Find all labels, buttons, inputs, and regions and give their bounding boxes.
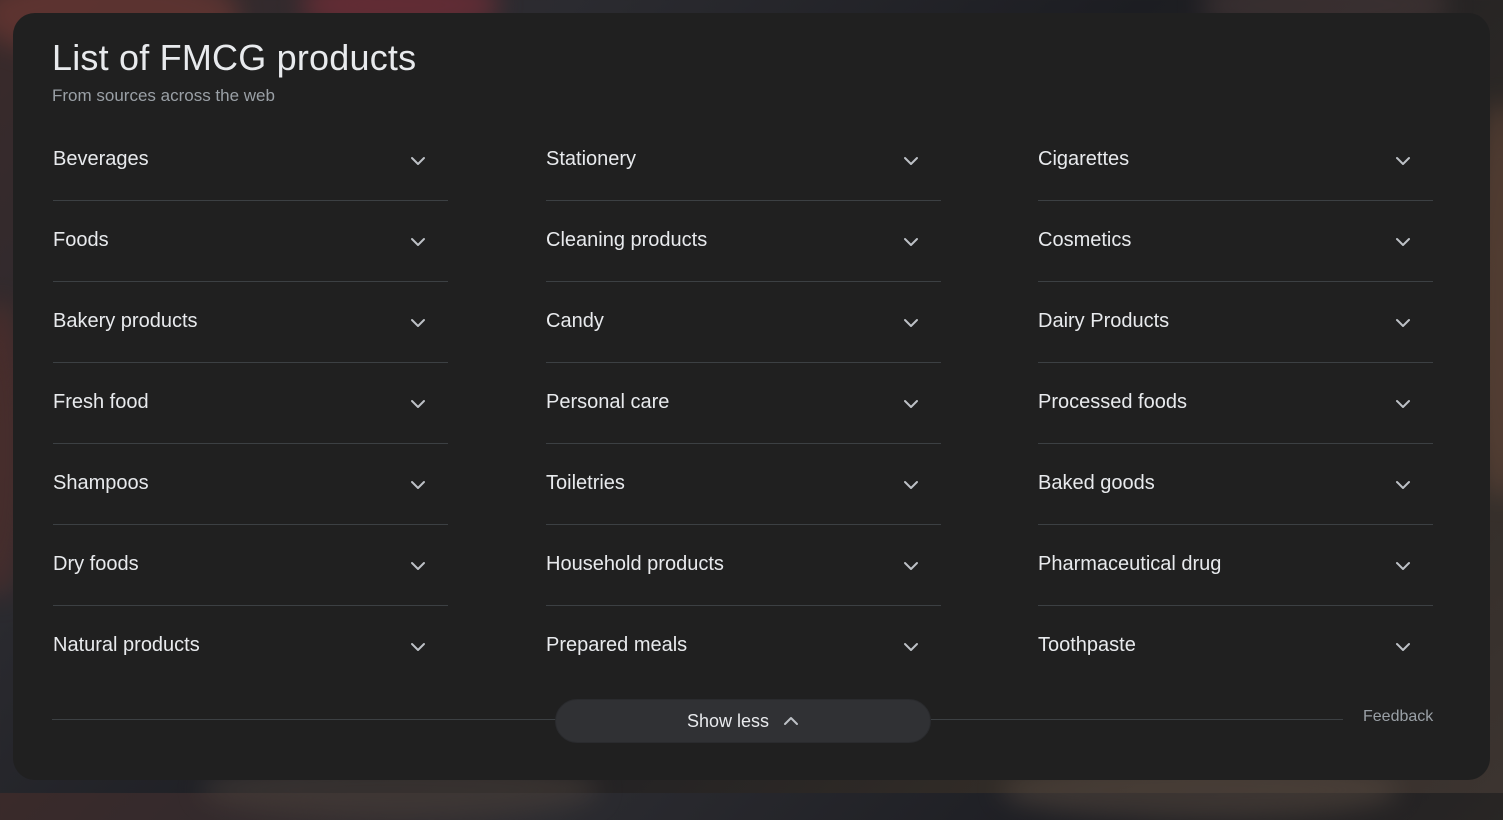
list-item-label: Prepared meals <box>546 634 688 656</box>
chevron-down-icon <box>904 562 918 570</box>
list-item-label: Dairy Products <box>1038 310 1170 332</box>
list-item[interactable]: Foods <box>53 201 448 282</box>
list-item-label: Dry foods <box>53 553 139 575</box>
list-item[interactable]: Dry foods <box>53 525 448 606</box>
list-item-label: Stationery <box>546 148 637 170</box>
list-item-label: Natural products <box>53 634 200 656</box>
feedback-link[interactable]: Feedback <box>1363 708 1433 726</box>
list-item[interactable]: Cigarettes <box>1038 120 1433 201</box>
list-item[interactable]: Baked goods <box>1038 444 1433 525</box>
list-item-label: Cigarettes <box>1038 148 1130 170</box>
list-item[interactable]: Beverages <box>53 120 448 201</box>
chevron-down-icon <box>411 643 425 651</box>
show-less-button[interactable]: Show less <box>555 699 931 743</box>
list-item-label: Shampoos <box>53 472 149 494</box>
chevron-down-icon <box>904 238 918 246</box>
list-item[interactable]: Toiletries <box>546 444 941 525</box>
chevron-down-icon <box>1396 238 1410 246</box>
list-item-label: Bakery products <box>53 310 198 332</box>
list-item[interactable]: Prepared meals <box>546 606 941 687</box>
list-item-label: Toothpaste <box>1038 634 1136 656</box>
chevron-down-icon <box>904 157 918 165</box>
chevron-down-icon <box>1396 400 1410 408</box>
chevron-down-icon <box>904 319 918 327</box>
list-item-label: Fresh food <box>53 391 149 413</box>
panel-title: List of FMCG products <box>52 37 417 78</box>
chevron-down-icon <box>1396 319 1410 327</box>
chevron-up-icon <box>784 717 799 725</box>
product-column-3: Cigarettes Cosmetics Dairy Products Proc… <box>1038 120 1433 687</box>
chevron-down-icon <box>411 238 425 246</box>
panel-subtitle: From sources across the web <box>52 86 275 105</box>
list-item[interactable]: Fresh food <box>53 363 448 444</box>
list-item-label: Candy <box>546 310 604 332</box>
chevron-down-icon <box>904 643 918 651</box>
chevron-down-icon <box>411 481 425 489</box>
list-item-label: Cosmetics <box>1038 229 1132 251</box>
list-item[interactable]: Candy <box>546 282 941 363</box>
footer-divider-left <box>52 719 557 720</box>
chevron-down-icon <box>1396 562 1410 570</box>
list-item[interactable]: Pharmaceutical drug <box>1038 525 1433 606</box>
list-item[interactable]: Bakery products <box>53 282 448 363</box>
list-item[interactable]: Cosmetics <box>1038 201 1433 282</box>
chevron-down-icon <box>411 562 425 570</box>
list-item-label: Pharmaceutical drug <box>1038 553 1222 575</box>
chevron-down-icon <box>1396 481 1410 489</box>
list-item-label: Cleaning products <box>546 229 708 251</box>
chevron-down-icon <box>904 400 918 408</box>
list-item[interactable]: Natural products <box>53 606 448 687</box>
list-item-label: Foods <box>53 229 109 251</box>
chevron-down-icon <box>904 481 918 489</box>
list-item-label: Baked goods <box>1038 472 1155 494</box>
footer-divider-right <box>931 719 1343 720</box>
chevron-down-icon <box>1396 157 1410 165</box>
list-item[interactable]: Toothpaste <box>1038 606 1433 687</box>
show-less-label: Show less <box>686 710 770 731</box>
list-item[interactable]: Shampoos <box>53 444 448 525</box>
chevron-down-icon <box>411 319 425 327</box>
product-column-2: Stationery Cleaning products Candy Perso… <box>546 120 941 687</box>
list-item[interactable]: Processed foods <box>1038 363 1433 444</box>
list-item[interactable]: Stationery <box>546 120 941 201</box>
list-item[interactable]: Cleaning products <box>546 201 941 282</box>
list-item-label: Beverages <box>53 148 149 170</box>
product-column-1: Beverages Foods Bakery products Fresh fo… <box>53 120 448 687</box>
list-item[interactable]: Household products <box>546 525 941 606</box>
fmcg-products-panel: List of FMCG products From sources acros… <box>13 13 1490 780</box>
list-item-label: Personal care <box>546 391 670 413</box>
chevron-down-icon <box>1396 643 1410 651</box>
list-item[interactable]: Personal care <box>546 363 941 444</box>
list-item-label: Toiletries <box>546 472 625 494</box>
list-item[interactable]: Dairy Products <box>1038 282 1433 363</box>
list-item-label: Processed foods <box>1038 391 1187 413</box>
chevron-down-icon <box>411 157 425 165</box>
chevron-down-icon <box>411 400 425 408</box>
list-item-label: Household products <box>546 553 724 575</box>
